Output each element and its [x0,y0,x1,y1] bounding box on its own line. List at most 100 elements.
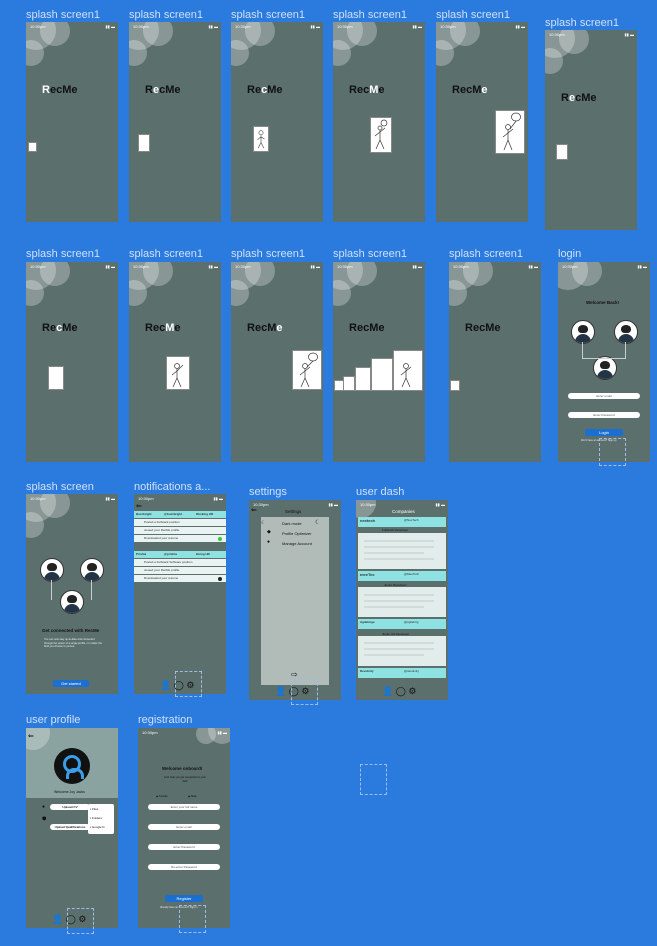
splash-screen-frame: 10:30pm ▮▮ ▬ RecMe [436,22,528,222]
status-icons: ▮▮ ▬ [105,496,115,501]
illustration-card [253,126,269,152]
splash-screen-frame: 10:30pm ▮▮ ▬ RecMe [449,262,541,462]
recme-logo: RecMe [145,84,181,96]
user-icon: ● [42,804,46,810]
status-icons: ▮▮ ▬ [310,264,320,269]
profile-avatar[interactable] [54,748,90,784]
upload-cv-field[interactable]: Upload CV [50,804,90,810]
settings-nav-icon[interactable]: ⚙ [408,686,416,696]
status-time: 10:30pm [138,496,154,501]
frame-title: splash screen1 [26,9,100,21]
register-button[interactable]: Register [165,895,203,902]
login-button[interactable]: Login [585,429,623,436]
recme-logo: RecMe [561,92,597,104]
status-icons: ▮▮ ▬ [515,24,525,29]
confirm-password-field[interactable]: Re-enter Password [148,864,220,870]
user-profile-screen: ⇐ Welcome Joy Jacks ● Upload CV ⬢ Upload… [26,728,118,928]
menu-item-folders[interactable]: ▪ Folders [90,816,102,820]
back-arrow-icon[interactable]: ⇐ [28,732,34,740]
frame-title: splash screen [26,481,94,493]
status-icons: ▮▮ ▬ [412,24,422,29]
illustration-card [343,376,355,391]
status-time: 10:30pm [133,264,149,269]
frame-title: login [558,248,582,260]
splash-screen-frame: 10:30pm ▮▮ ▬ RecMe [26,22,118,222]
frame-title: splash screen1 [333,248,407,260]
profile-nav-icon[interactable]: 👤 [160,680,171,690]
company-card[interactable]: Devolnity @devolnity [358,668,446,678]
recme-logo: RecMe [349,322,385,334]
status-icons: ▮▮ ▬ [208,24,218,29]
notification-item[interactable]: Posted a Fullstack position [134,519,226,526]
email-field[interactable]: Enter email [568,393,640,399]
gender-option-male[interactable]: ◉ Male [188,795,197,798]
settings-item-dark-mode[interactable]: Dark mode [282,521,302,526]
splash-screen-frame: 10:30pm ▮▮ ▬ RecMe [333,22,425,222]
illustration-card [450,380,460,391]
upload-qualifications-field[interactable]: Upload Qualifications [50,824,90,830]
splash-screen-frame: 10:30pm ▮▮ ▬ RecMe [231,262,323,462]
status-time: 10:30pm [337,264,353,269]
notifications-screen: 10:30pm ▮▮ ▬ ⇐ Buzzbright @buzzbright Wo… [134,494,226,694]
back-arrow-icon[interactable]: ⇐ [251,506,257,514]
settings-item-profile-optimizer[interactable]: Profile Optimizer [282,531,312,536]
status-icons: ▮▮ ▬ [528,264,538,269]
recme-logo: RecMe [247,84,283,96]
password-field[interactable]: Enter Password [568,412,640,418]
registration-title: Welcome onboard! [162,766,203,771]
frame-title: splash screen1 [129,9,203,21]
settings-screen: 10:30pm ▮▮ ▬ ⇐ Settings ☾ Dark mode ☾ ◆ … [249,500,341,700]
splash-screen-frame: 10:30pm ▮▮ ▬ RecMe [26,262,118,462]
status-icons: ▮▮ ▬ [328,502,338,507]
avatar [614,320,638,344]
job-role: Fullstack Developer [382,528,409,532]
login-welcome: Welcome Back! [586,300,620,305]
company-card[interactable]: nextech @NexTech [358,517,446,527]
frame-title: splash screen1 [436,9,510,21]
illustration-card [138,134,150,152]
dark-mode-toggle-icon[interactable]: ☾ [315,519,320,526]
back-arrow-icon[interactable]: ⇐ [136,502,142,510]
fullname-field[interactable]: Enter your full name [148,804,220,810]
status-icons: ▮▮ ▬ [208,264,218,269]
menu-item-google-drive[interactable]: ▪ Google D [90,825,105,829]
status-icons: ▮▮ ▬ [435,502,445,507]
frame-title: user profile [26,714,81,726]
company-card[interactable]: Agilebrige @agilebrig [358,619,446,629]
profile-welcome: Welcome Joy Jacks [54,790,85,794]
notification-group-header: Prishta @prishta Hiring HR [134,551,226,558]
notification-item[interactable]: Posted a Fullstack Software position [134,559,226,566]
profile-nav-icon[interactable]: 👤 [382,686,393,696]
company-card[interactable]: meeTec @MeeTech [358,571,446,581]
avatar [593,356,617,380]
get-started-button[interactable]: Get started [53,680,89,687]
splash-screen-frame: 10:30pm ▮▮ ▬ RecMe [129,262,221,462]
profile-nav-icon[interactable]: 👤 [275,686,286,696]
status-time: 10:30pm [30,496,46,501]
status-time: 10:30pm [133,24,149,29]
notification-item[interactable]: Downloaded your resume [134,575,226,582]
empty-placeholder-frame [360,764,387,795]
status-time: 10:30pm [453,264,469,269]
status-time: 10:30pm [562,264,578,269]
status-time: 10:30pm [30,24,46,29]
registration-screen: 10:30pm ▮▮ ▬ Welcome onboard! Let's help… [138,728,230,928]
gender-option-female[interactable]: ◉ Female [156,795,168,798]
recme-logo: RecMe [42,84,78,96]
avatar [40,558,64,582]
chat-nav-icon[interactable]: ◯ [396,686,406,696]
recme-logo: RecMe [349,84,385,96]
notification-item[interactable]: Downloaded your resume [134,535,226,542]
notification-item[interactable]: viewed your RecMe profile [134,527,226,534]
illustration-card [371,358,393,391]
password-field[interactable]: Enter Password [148,844,220,850]
settings-item-manage-account[interactable]: Manage Account [282,541,312,546]
notification-item[interactable]: viewed your RecMe profile [134,567,226,574]
frame-title: splash screen1 [231,9,305,21]
status-icons: ▮▮ ▬ [105,24,115,29]
email-field[interactable]: Enter email [148,824,220,830]
status-icons: ▮▮ ▬ [624,32,634,37]
menu-item-files[interactable]: ▪ Files [90,807,98,811]
profile-nav-icon[interactable]: 👤 [52,914,63,924]
avatar [60,590,84,614]
